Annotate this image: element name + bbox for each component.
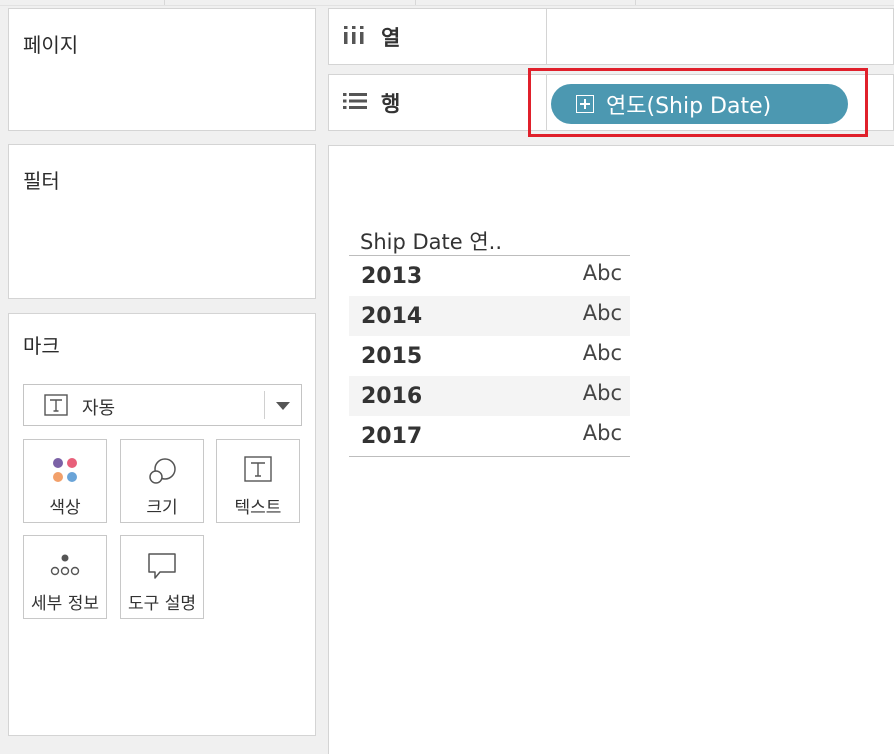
mark-type-label: 자동 <box>82 398 116 419</box>
rows-label: 행 <box>381 91 401 116</box>
year-cell[interactable]: 2016 <box>361 384 422 409</box>
year-cell[interactable]: 2015 <box>361 344 422 369</box>
color-button[interactable]: 색상 <box>23 439 107 523</box>
columns-icon <box>343 25 365 49</box>
table-bottom-border <box>349 456 630 457</box>
tooltip-bubble-icon <box>147 552 177 584</box>
color-label: 색상 <box>49 498 81 518</box>
text-table: Ship Date 연.. 2013 Abc 2014 Abc 2015 Abc… <box>349 222 630 457</box>
value-cell[interactable]: Abc <box>583 261 622 285</box>
top-ruler <box>0 0 894 6</box>
columns-shelf[interactable]: 열 <box>328 8 894 65</box>
size-label: 크기 <box>146 498 178 518</box>
text-t-icon <box>244 456 272 486</box>
highlight-box <box>528 68 868 137</box>
size-button[interactable]: 크기 <box>120 439 204 523</box>
value-cell[interactable]: Abc <box>583 301 622 325</box>
color-dots-icon <box>51 456 79 488</box>
filters-card[interactable]: 필터 <box>8 144 316 299</box>
tooltip-button[interactable]: 도구 설명 <box>120 535 204 619</box>
pages-title: 페이지 <box>23 33 79 57</box>
value-cell[interactable]: Abc <box>583 381 622 405</box>
marks-card: 마크 자동 색상 크기 텍스트 세부 정보 도구 설명 <box>8 313 316 736</box>
ruler-tick <box>635 0 636 5</box>
table-row[interactable]: 2014 Abc <box>349 296 630 336</box>
text-t-icon <box>44 394 68 420</box>
year-cell[interactable]: 2013 <box>361 264 422 289</box>
pages-card[interactable]: 페이지 <box>8 8 316 131</box>
ruler-tick <box>164 0 165 5</box>
table-row[interactable]: 2015 Abc <box>349 336 630 376</box>
value-cell[interactable]: Abc <box>583 421 622 445</box>
rows-shelf-label-area: 행 <box>329 75 547 130</box>
detail-button[interactable]: 세부 정보 <box>23 535 107 619</box>
text-button[interactable]: 텍스트 <box>216 439 300 523</box>
row-header-title[interactable]: Ship Date 연.. <box>349 222 630 256</box>
text-label: 텍스트 <box>234 498 282 518</box>
rows-icon <box>343 92 367 114</box>
size-circles-icon <box>147 456 177 490</box>
dropdown-separator <box>264 391 265 419</box>
mark-type-dropdown[interactable]: 자동 <box>23 384 302 426</box>
filters-title: 필터 <box>23 169 60 193</box>
columns-label: 열 <box>381 25 401 50</box>
table-row[interactable]: 2017 Abc <box>349 416 630 456</box>
detail-dots-icon <box>50 552 80 582</box>
table-row[interactable]: 2016 Abc <box>349 376 630 416</box>
columns-shelf-label-area: 열 <box>329 9 547 64</box>
marks-title: 마크 <box>23 334 60 358</box>
ruler-tick <box>415 0 416 5</box>
year-cell[interactable]: 2017 <box>361 424 422 449</box>
year-cell[interactable]: 2014 <box>361 304 422 329</box>
chevron-down-icon[interactable] <box>276 402 290 410</box>
table-row[interactable]: 2013 Abc <box>349 256 630 296</box>
view-canvas[interactable]: Ship Date 연.. 2013 Abc 2014 Abc 2015 Abc… <box>328 145 894 754</box>
tooltip-label: 도구 설명 <box>128 594 196 614</box>
value-cell[interactable]: Abc <box>583 341 622 365</box>
detail-label: 세부 정보 <box>31 594 99 614</box>
